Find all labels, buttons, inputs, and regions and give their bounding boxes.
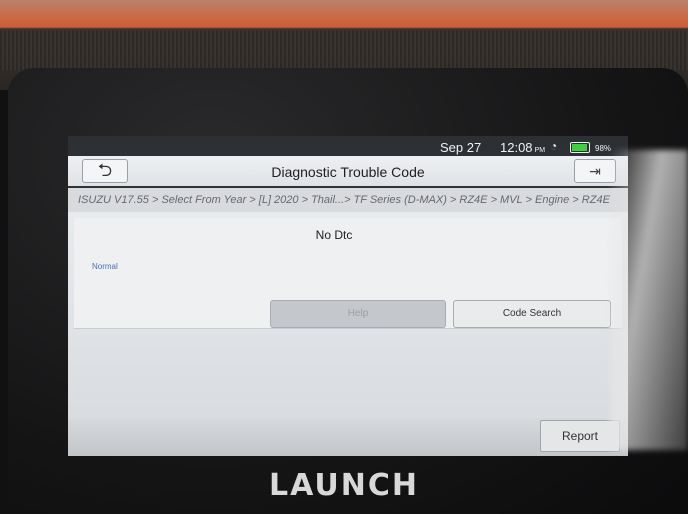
bottom-bar: Report: [68, 418, 628, 456]
status-bar: Sep 27 12:08 PM ◔ 98%: [68, 136, 628, 156]
back-arrow-icon: ⮌: [97, 160, 113, 180]
exit-icon: ⇥: [589, 163, 601, 179]
battery-text: 98%: [595, 144, 612, 153]
code-search-button[interactable]: Code Search: [453, 300, 611, 328]
screen-glare: [610, 150, 688, 450]
dtc-status: Normal: [92, 262, 118, 271]
wifi-icon: ◔: [550, 139, 558, 153]
device-brand-logo: LAUNCH: [268, 468, 419, 503]
status-time-value: 12:08: [500, 140, 533, 155]
report-button[interactable]: Report: [540, 420, 620, 452]
battery-icon: [570, 142, 590, 153]
dtc-message: No Dtc: [315, 228, 353, 242]
page-title: Diagnostic Trouble Code: [271, 164, 425, 180]
device-screen: Sep 27 12:08 PM ◔ 98% ⮌ Diagnostic Troubl…: [68, 136, 628, 456]
dtc-panel: No Dtc Normal Help Code Search: [74, 218, 622, 329]
breadcrumb: ISUZU V17.55 > Select From Year > [L] 20…: [68, 188, 628, 212]
help-button[interactable]: Help: [270, 300, 446, 328]
status-time: 12:08 PM: [500, 140, 545, 155]
title-bar: ⮌ Diagnostic Trouble Code ⇥: [68, 156, 628, 186]
status-date: Sep 27: [440, 140, 482, 155]
back-button[interactable]: ⮌: [82, 159, 128, 183]
status-ampm: PM: [534, 147, 546, 154]
